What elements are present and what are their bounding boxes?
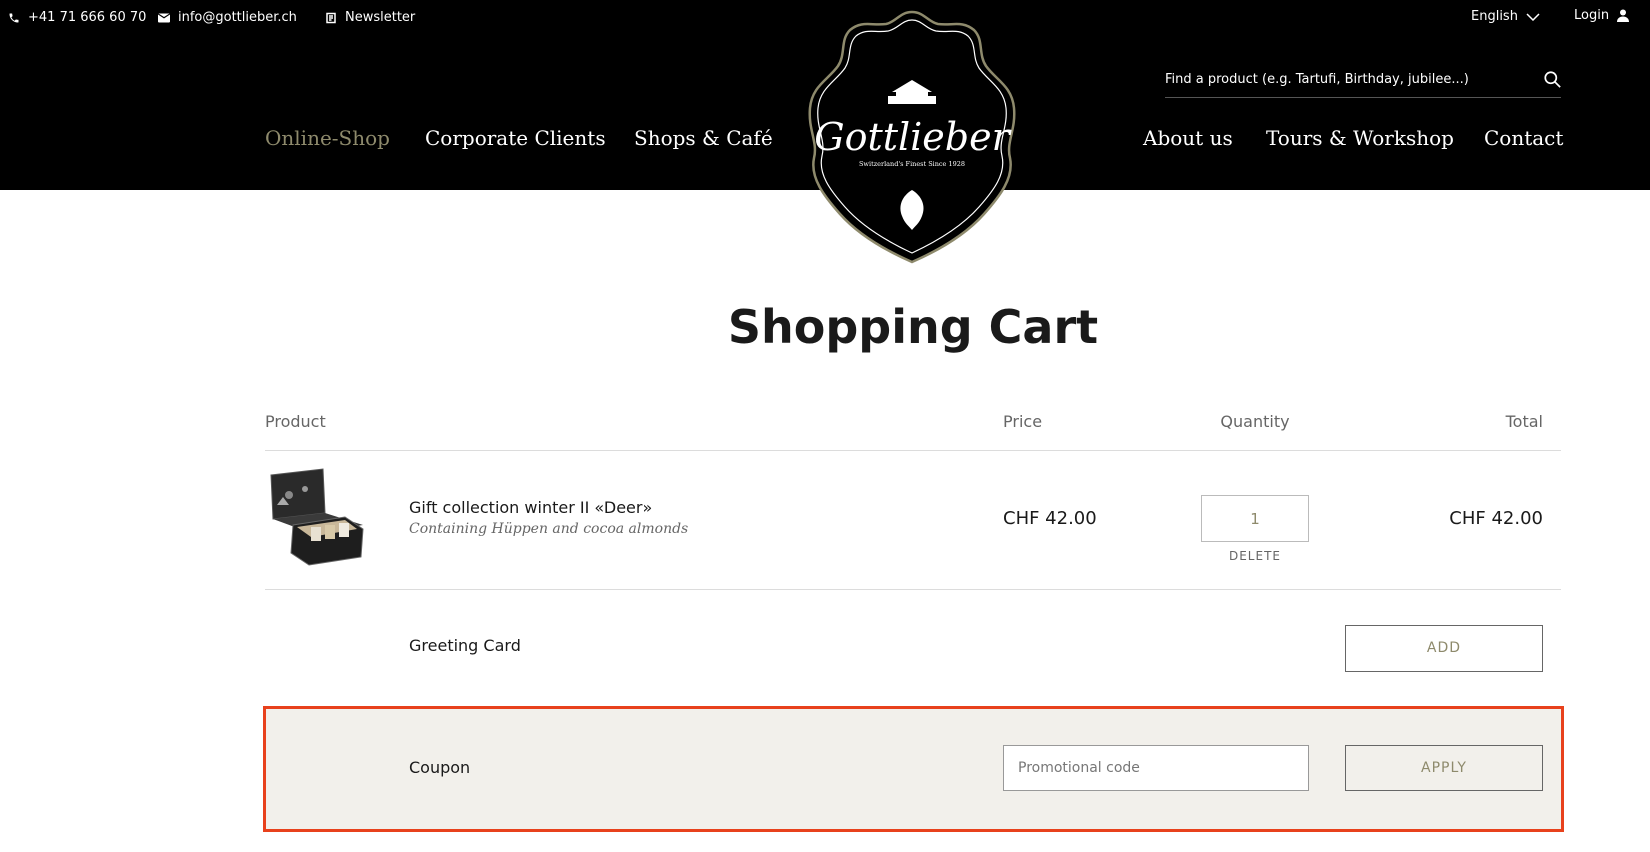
column-header-product: Product (265, 412, 326, 431)
add-greeting-card-button[interactable]: ADD (1345, 625, 1543, 672)
apply-coupon-button[interactable]: APPLY (1345, 745, 1543, 791)
newsletter-link[interactable]: Newsletter (325, 10, 415, 25)
product-subtitle: Containing Hüppen and cocoa almonds (409, 521, 689, 537)
logo-wordmark: Gottlieber (814, 115, 1012, 159)
user-icon (1617, 9, 1630, 22)
chevron-down-icon (1526, 12, 1540, 21)
nav-about-us[interactable]: About us (1143, 126, 1233, 150)
product-name[interactable]: Gift collection winter II «Deer» (409, 498, 652, 517)
newsletter-label: Newsletter (345, 10, 416, 25)
divider (265, 589, 1561, 590)
search-icon[interactable] (1544, 71, 1561, 88)
search-input[interactable] (1165, 64, 1525, 94)
gottlieber-logo[interactable]: Gottlieber Switzerland's Finest Since 19… (800, 8, 1024, 266)
item-price: CHF 42.00 (1003, 508, 1097, 529)
phone-number: +41 71 666 60 70 (28, 10, 147, 25)
column-header-price: Price (1003, 412, 1043, 431)
phone-icon (9, 13, 19, 22)
column-header-total: Total (1505, 412, 1543, 431)
email-address: info@gottlieber.ch (178, 10, 297, 25)
email-link[interactable]: info@gottlieber.ch (158, 10, 297, 25)
language-label: English (1471, 9, 1518, 24)
promotional-code-input[interactable] (1003, 745, 1309, 791)
mail-icon (158, 13, 170, 22)
delete-button[interactable]: DELETE (1201, 549, 1309, 563)
login-link[interactable]: Login (1574, 8, 1630, 23)
page-title: Shopping Cart (727, 300, 1099, 354)
phone-link[interactable]: +41 71 666 60 70 (8, 10, 146, 25)
search-bar (1165, 64, 1561, 98)
column-header-quantity: Quantity (1220, 412, 1290, 431)
product-thumbnail[interactable] (265, 465, 367, 569)
nav-contact[interactable]: Contact (1484, 126, 1563, 150)
nav-online-shop[interactable]: Online-Shop (265, 126, 390, 150)
nav-tours-workshop[interactable]: Tours & Workshop (1266, 126, 1454, 150)
item-total: CHF 42.00 (1449, 508, 1543, 529)
language-selector[interactable]: English (1471, 9, 1540, 24)
nav-shops-cafe[interactable]: Shops & Café (634, 126, 773, 150)
nav-corporate-clients[interactable]: Corporate Clients (425, 126, 606, 150)
quantity-input[interactable] (1201, 495, 1309, 542)
divider (265, 450, 1561, 451)
logo-tagline: Switzerland's Finest Since 1928 (859, 160, 965, 168)
newspaper-icon (326, 12, 336, 23)
coupon-label: Coupon (409, 758, 471, 777)
greeting-card-label: Greeting Card (409, 636, 521, 655)
login-label: Login (1574, 8, 1610, 23)
